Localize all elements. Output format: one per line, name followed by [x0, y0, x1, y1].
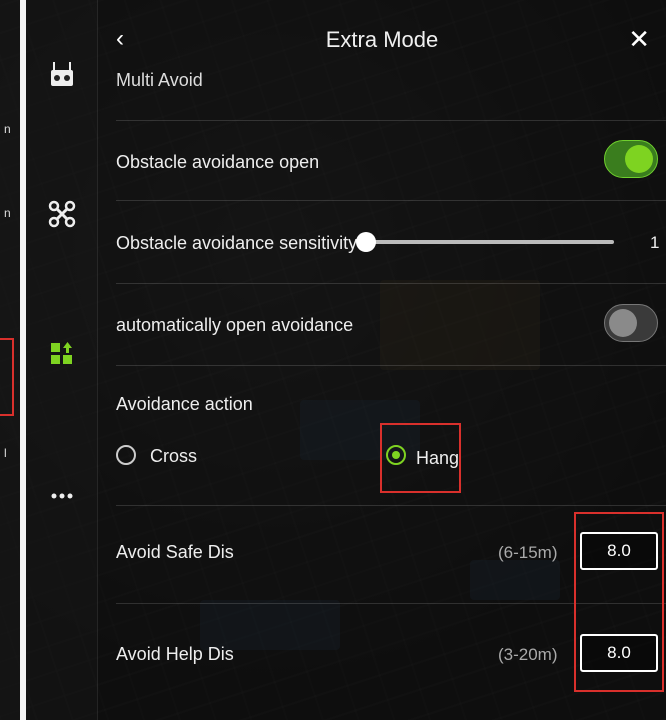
remote-controller-icon[interactable]: [48, 60, 76, 88]
safe-dis-label: Avoid Safe Dis: [116, 542, 234, 562]
help-dis-range: (3-20m): [498, 645, 558, 664]
sensitivity-value: 1: [650, 233, 660, 252]
auto-open-label: automatically open avoidance: [116, 315, 354, 335]
distance-highlight-box: [574, 512, 664, 692]
divider: [116, 120, 666, 121]
section-label: Multi Avoid: [116, 70, 203, 90]
radio-cross-label[interactable]: Cross: [150, 446, 197, 467]
close-button[interactable]: ✕: [628, 24, 650, 55]
divider: [116, 505, 666, 506]
divider: [116, 365, 666, 366]
auto-open-toggle[interactable]: [604, 304, 658, 342]
obstacle-open-label: Obstacle avoidance open: [116, 152, 320, 172]
help-dis-label: Avoid Help Dis: [116, 644, 234, 664]
divider: [116, 200, 666, 201]
icon-rail: [26, 0, 98, 720]
left-highlight-box: [0, 338, 14, 416]
grid-apps-icon[interactable]: [48, 340, 76, 368]
hang-highlight-box: [380, 423, 461, 493]
page-title: Extra Mode: [325, 27, 439, 52]
extra-mode-panel: ‹ Extra Mode ✕ Multi Avoid Obstacle avoi…: [98, 0, 666, 720]
obstacle-open-toggle[interactable]: [604, 140, 658, 178]
sensitivity-label: Obstacle avoidance sensitivity: [116, 233, 358, 253]
more-icon[interactable]: [48, 482, 76, 510]
cropped-text: l: [4, 446, 7, 460]
divider: [116, 283, 666, 284]
avoidance-action-label: Avoidance action: [116, 394, 253, 414]
safe-dis-range: (6-15m): [498, 543, 558, 562]
cropped-text: n: [4, 206, 11, 220]
cropped-text: n: [4, 122, 11, 136]
sensitivity-slider-thumb[interactable]: [356, 232, 376, 252]
radio-cross[interactable]: [116, 445, 136, 465]
sensitivity-slider-track[interactable]: [366, 240, 614, 244]
drone-icon[interactable]: [48, 200, 76, 228]
